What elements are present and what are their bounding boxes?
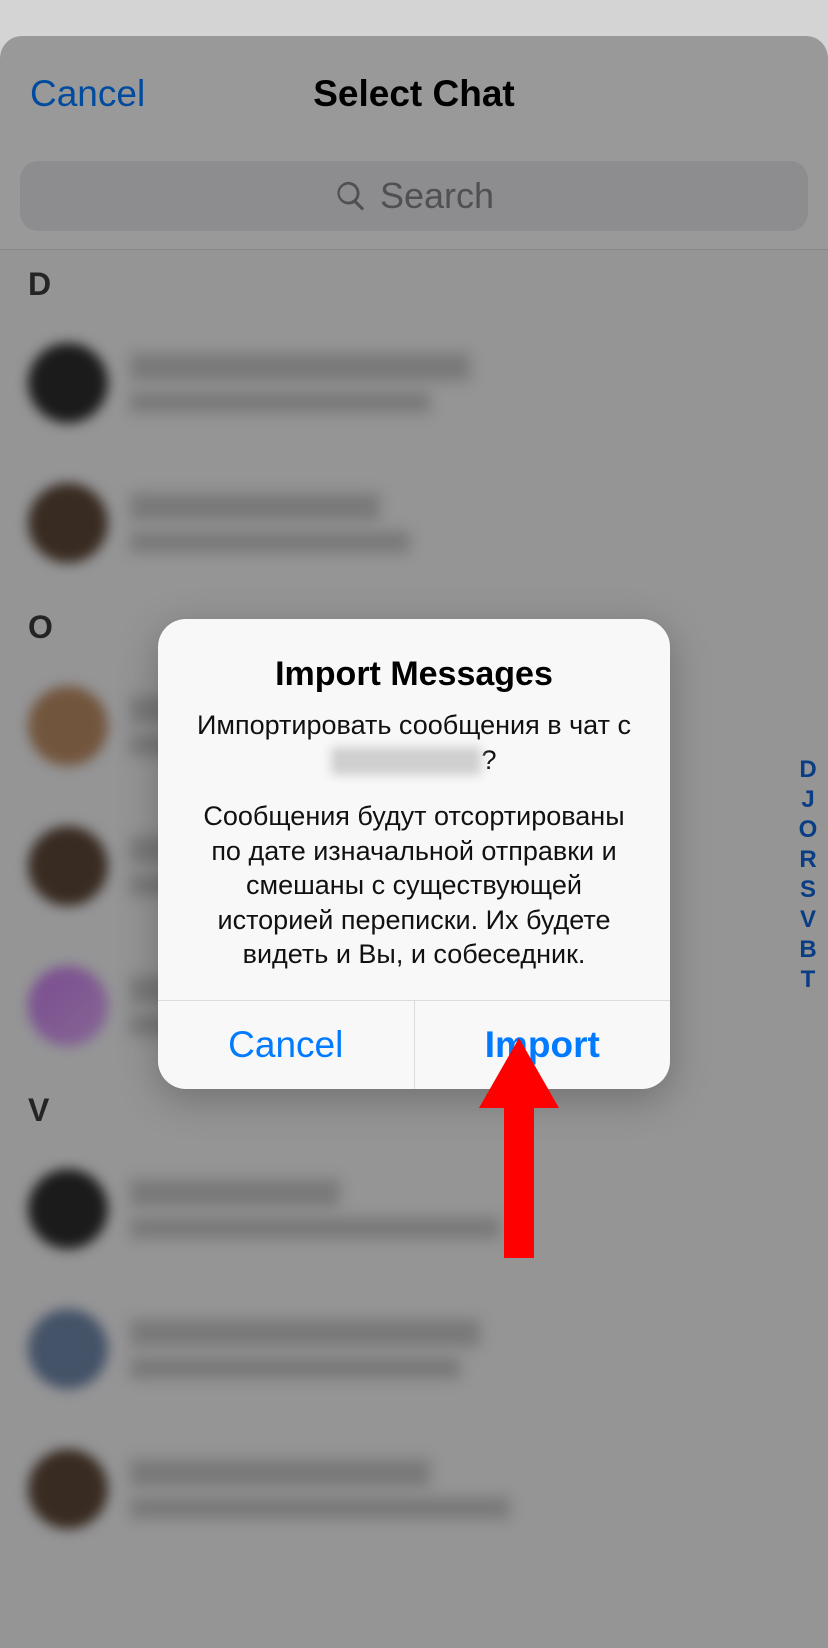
alert-import-button[interactable]: Import <box>414 1001 671 1089</box>
alert-title: Import Messages <box>188 655 640 694</box>
alert-body: Import Messages Импортировать сообщения … <box>158 619 670 1000</box>
alert-message-1: Импортировать сообщения в чат с ? <box>188 708 640 777</box>
redacted-contact-name <box>331 747 481 775</box>
alert-actions: Cancel Import <box>158 1000 670 1089</box>
import-alert: Import Messages Импортировать сообщения … <box>158 619 670 1089</box>
select-chat-sheet: Cancel Select Chat Search D O <box>0 36 828 1648</box>
alert-cancel-button[interactable]: Cancel <box>158 1001 414 1089</box>
alert-message-2: Сообщения будут отсортированы по дате из… <box>188 799 640 972</box>
